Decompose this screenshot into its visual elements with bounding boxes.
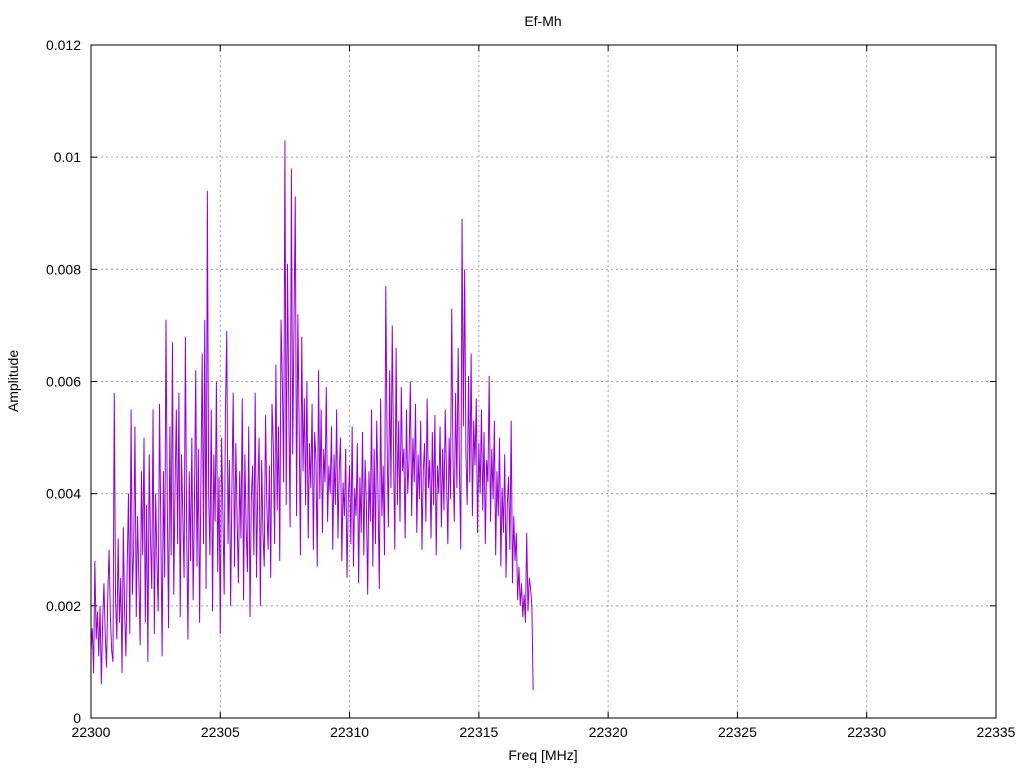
x-tick-label: 22335 [977, 724, 1016, 740]
y-tick-label: 0.006 [46, 374, 81, 390]
x-tick-label: 22320 [589, 724, 628, 740]
series-line-0 [90, 140, 534, 690]
series-group [90, 140, 534, 690]
x-tick-labels: 22300 22305 22310 22315 22320 22325 22330 22335 [72, 724, 1016, 740]
amplitude-line-chart: 22300 22305 22310 22315 22320 22325 22330 22335… [5, 13, 1016, 763]
y-tick-labels: 0 0.002 0.004 0.006 0.008 0.01 0.012 [46, 37, 81, 726]
x-axis-title: Freq [MHz] [508, 747, 577, 763]
y-tick-label: 0.01 [54, 149, 81, 165]
y-tick-label: 0.004 [46, 486, 81, 502]
y-tick-label: 0.008 [46, 261, 81, 277]
y-tick-label: 0.002 [46, 598, 81, 614]
x-tick-label: 22325 [718, 724, 757, 740]
x-tick-label: 22300 [72, 724, 111, 740]
x-tick-label: 22315 [459, 724, 498, 740]
x-tick-label: 22330 [847, 724, 886, 740]
y-tick-label: 0.012 [46, 37, 81, 53]
chart-title: Ef-Mh [524, 13, 561, 29]
x-tick-label: 22305 [201, 724, 240, 740]
y-tick-label: 0 [73, 710, 81, 726]
x-tick-label: 22310 [330, 724, 369, 740]
y-axis-title: Amplitude [5, 350, 21, 412]
